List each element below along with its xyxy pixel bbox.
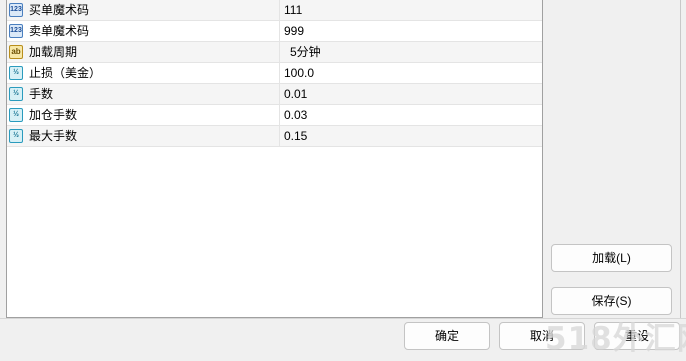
param-name: 买单魔术码 xyxy=(29,3,90,17)
param-value[interactable]: 999 xyxy=(284,21,304,41)
load-button[interactable]: 加载(L) xyxy=(551,244,672,272)
parameters-dialog: 123 买单魔术码 111 123 卖单魔术码 999 ab 加载周期 5分钟 … xyxy=(0,0,686,361)
panel-edge xyxy=(680,0,681,318)
double-type-icon: ½ xyxy=(9,108,23,122)
reset-button[interactable]: 重设 xyxy=(594,322,680,350)
column-divider xyxy=(279,63,280,83)
save-button[interactable]: 保存(S) xyxy=(551,287,672,315)
ok-button[interactable]: 确定 xyxy=(404,322,490,350)
param-name: 加仓手数 xyxy=(29,108,78,122)
column-divider xyxy=(279,21,280,41)
param-row-sell-magic[interactable]: 123 卖单魔术码 999 xyxy=(7,21,542,42)
column-divider xyxy=(279,126,280,146)
param-value[interactable]: 100.0 xyxy=(284,63,314,83)
param-name: 止损（美金） xyxy=(29,66,102,80)
column-divider xyxy=(279,105,280,125)
param-row-lots[interactable]: ½ 手数 0.01 xyxy=(7,84,542,105)
param-row-stop-loss[interactable]: ½ 止损（美金） 100.0 xyxy=(7,63,542,84)
string-type-icon: ab xyxy=(9,45,23,59)
column-divider xyxy=(279,42,280,62)
param-value[interactable]: 5分钟 xyxy=(290,42,321,62)
param-name: 加载周期 xyxy=(29,45,78,59)
parameters-grid: 123 买单魔术码 111 123 卖单魔术码 999 ab 加载周期 5分钟 … xyxy=(6,0,543,318)
param-name: 手数 xyxy=(29,87,54,101)
param-row-add-lots[interactable]: ½ 加仓手数 0.03 xyxy=(7,105,542,126)
param-row-max-lots[interactable]: ½ 最大手数 0.15 xyxy=(7,126,542,147)
column-divider xyxy=(279,0,280,20)
column-divider xyxy=(279,84,280,104)
footer-separator xyxy=(0,318,686,319)
param-value[interactable]: 0.01 xyxy=(284,84,307,104)
double-type-icon: ½ xyxy=(9,66,23,80)
param-row-load-period[interactable]: ab 加载周期 5分钟 xyxy=(7,42,542,63)
cancel-button[interactable]: 取消 xyxy=(499,322,585,350)
double-type-icon: ½ xyxy=(9,129,23,143)
param-row-buy-magic[interactable]: 123 买单魔术码 111 xyxy=(7,0,542,21)
param-value[interactable]: 0.03 xyxy=(284,105,307,125)
double-type-icon: ½ xyxy=(9,87,23,101)
param-name: 最大手数 xyxy=(29,129,78,143)
param-value[interactable]: 0.15 xyxy=(284,126,307,146)
integer-type-icon: 123 xyxy=(9,3,23,17)
param-name: 卖单魔术码 xyxy=(29,24,90,38)
integer-type-icon: 123 xyxy=(9,24,23,38)
param-value[interactable]: 111 xyxy=(284,0,302,20)
